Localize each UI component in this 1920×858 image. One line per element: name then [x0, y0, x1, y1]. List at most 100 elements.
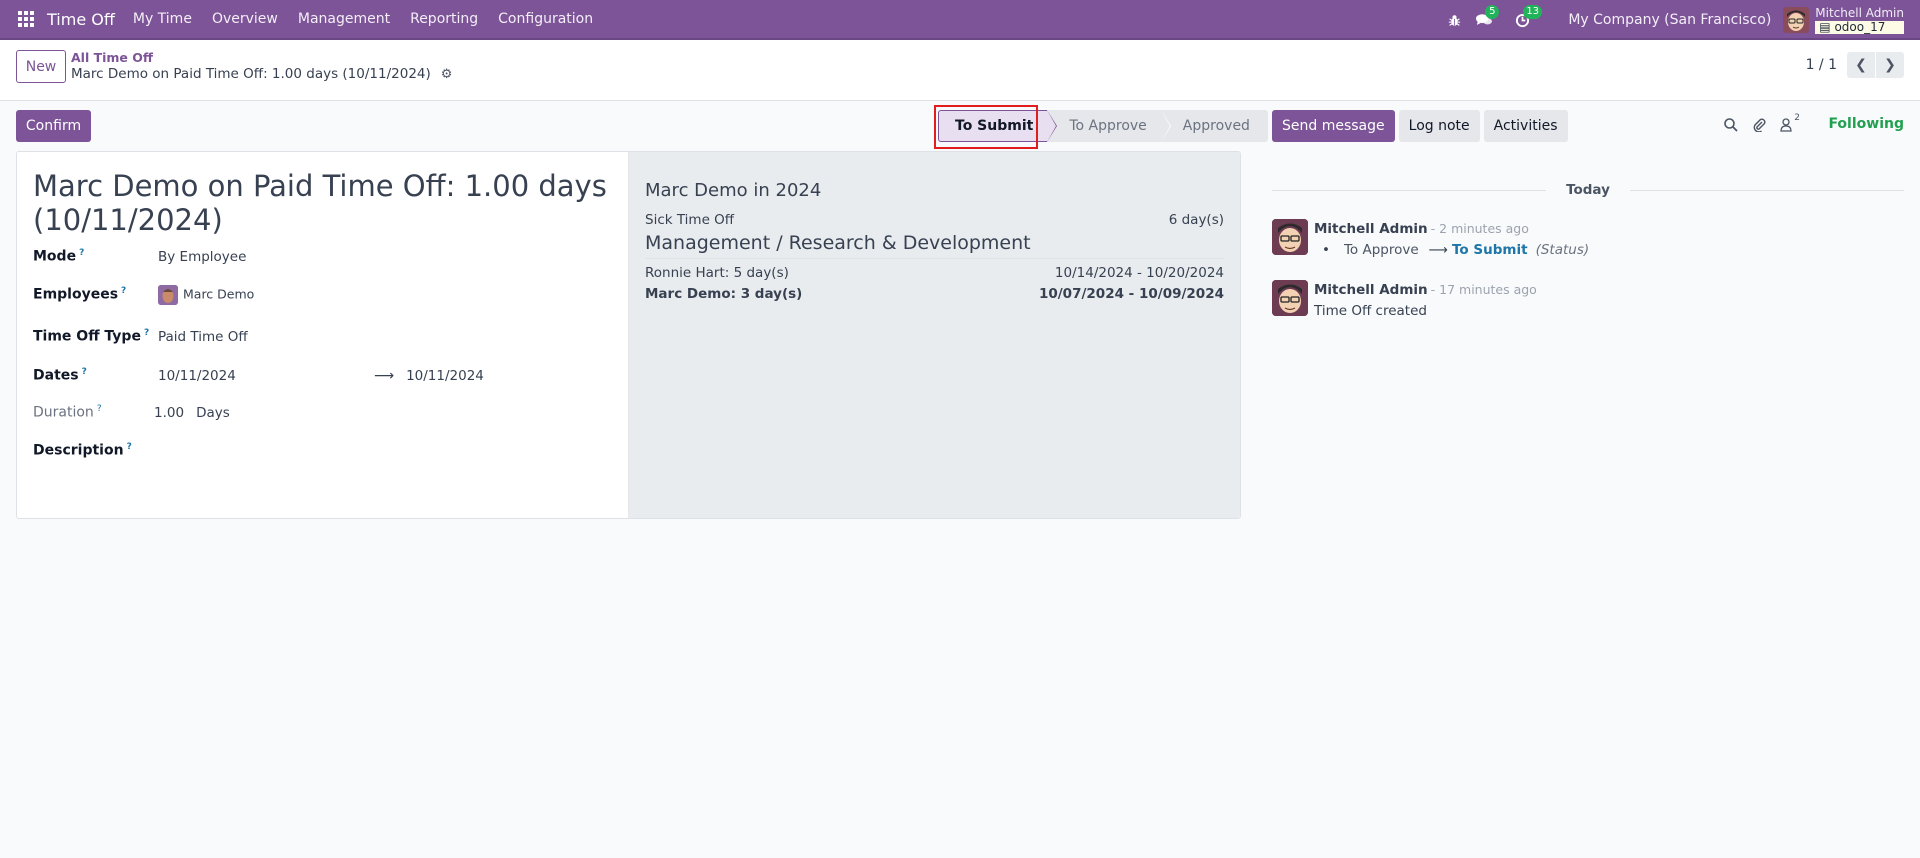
gear-icon[interactable]: ⚙: [441, 67, 453, 82]
department-row-dates: 10/14/2024 - 10/20/2024: [1054, 265, 1224, 281]
department-row-label: Marc Demo: 3 day(s): [645, 286, 803, 302]
field-mode-value[interactable]: By Employee: [158, 249, 246, 265]
chatter-icons: 2: [1724, 113, 1806, 136]
date-to-input[interactable]: 10/11/2024: [406, 368, 484, 384]
pager: 1 / 1 ❮ ❯: [1806, 52, 1904, 78]
description-input[interactable]: [158, 437, 558, 455]
field-employees-label: Employees?: [33, 285, 127, 303]
activities-count-badge: 13: [1523, 4, 1543, 19]
stage-to-approve[interactable]: To Approve: [1047, 110, 1171, 142]
status-bar: To Submit To Approve Approved: [938, 110, 1268, 142]
bug-icon[interactable]: [1446, 14, 1462, 27]
employee-avatar: [158, 285, 178, 305]
tracking-new-value: To Submit: [1452, 242, 1528, 258]
user-icon: [1780, 117, 1792, 132]
field-mode: Mode? By Employee: [33, 248, 246, 265]
field-duration-label: Duration?: [33, 404, 102, 421]
duration-value[interactable]: 1.00: [154, 405, 184, 421]
stage-approved-label: Approved: [1182, 118, 1250, 134]
user-avatar[interactable]: [1783, 7, 1810, 33]
department-row: Marc Demo: 3 day(s) 10/07/2024 - 10/09/2…: [645, 286, 1224, 302]
clock-icon[interactable]: 13: [1514, 4, 1543, 28]
menu-configuration[interactable]: Configuration: [498, 11, 593, 27]
paperclip-icon[interactable]: [1752, 117, 1766, 136]
pager-next-button[interactable]: ❯: [1876, 52, 1904, 78]
apps-grid-icon[interactable]: [18, 11, 34, 27]
message-author: Mitchell Admin: [1314, 282, 1428, 298]
arrow-right-icon: ⟶: [374, 367, 395, 384]
author-avatar[interactable]: [1272, 219, 1308, 255]
message-time: - 17 minutes ago: [1430, 282, 1537, 297]
chat-icon[interactable]: 5: [1476, 5, 1500, 27]
confirm-button[interactable]: Confirm: [16, 110, 91, 142]
pager-previous-button[interactable]: ❮: [1847, 52, 1875, 78]
summary-row-label: Sick Time Off: [645, 212, 735, 228]
menu-overview[interactable]: Overview: [212, 11, 278, 27]
search-icon[interactable]: [1724, 117, 1738, 136]
user-name: Mitchell Admin: [1815, 5, 1904, 20]
main-navbar: Time Off My Time Overview Management Rep…: [0, 0, 1920, 40]
user-menu[interactable]: Mitchell Admin ▤ odoo_17: [1815, 5, 1904, 34]
tracking-value: • To Approve ⟶ To Submit (Status): [1322, 242, 1590, 258]
department-row-dates: 10/07/2024 - 10/09/2024: [1038, 286, 1224, 302]
new-button[interactable]: New: [16, 50, 66, 83]
summary-row-value: 6 day(s): [1168, 212, 1224, 228]
followers-count: 2: [1794, 112, 1800, 123]
menu-my-time[interactable]: My Time: [133, 11, 192, 27]
chatter-toolbar: Send message Log note Activities: [1272, 110, 1572, 142]
send-message-button[interactable]: Send message: [1272, 110, 1395, 142]
breadcrumb-all-time-off[interactable]: All Time Off: [71, 50, 153, 65]
form-main: Marc Demo on Paid Time Off: 1.00 days (1…: [17, 152, 629, 518]
field-employees: Employees? Marc Demo: [33, 285, 254, 305]
stage-to-submit[interactable]: To Submit: [938, 110, 1058, 142]
field-dates-label: Dates?: [33, 367, 87, 384]
record-title: Marc Demo on Paid Time Off: 1.00 days (1…: [33, 169, 607, 237]
time-off-summary-panel: Marc Demo in 2024 Sick Time Off 6 day(s)…: [629, 152, 1240, 518]
chatter-message: Mitchell Admin - 17 minutes ago Time Off …: [1272, 280, 1537, 321]
help-icon[interactable]: ?: [121, 286, 126, 296]
summary-title: Marc Demo in 2024: [645, 180, 822, 201]
help-icon[interactable]: ?: [82, 367, 87, 377]
followers-button[interactable]: 2: [1780, 113, 1800, 136]
following-button[interactable]: Following: [1828, 116, 1904, 132]
database-icon: ▤: [1819, 19, 1831, 34]
department-title: Management / Research & Development: [645, 232, 1031, 254]
field-time-off-type-value[interactable]: Paid Time Off: [158, 329, 248, 345]
pager-value[interactable]: 1 / 1: [1806, 57, 1837, 73]
activities-button[interactable]: Activities: [1483, 110, 1568, 142]
field-mode-label: Mode?: [33, 248, 85, 265]
author-avatar[interactable]: [1272, 280, 1308, 316]
department-divider: [645, 258, 1224, 259]
messages-count-badge: 5: [1485, 5, 1500, 19]
message-text: Time Off created: [1314, 303, 1427, 319]
app-brand[interactable]: Time Off: [47, 10, 115, 29]
stage-approved[interactable]: Approved: [1160, 110, 1268, 142]
duration-unit: Days: [196, 404, 230, 421]
help-icon[interactable]: ?: [144, 328, 149, 338]
department-row: Ronnie Hart: 5 day(s) 10/14/2024 - 10/20…: [645, 265, 1224, 281]
control-panel: New All Time Off Marc Demo on Paid Time …: [0, 40, 1920, 101]
log-note-button[interactable]: Log note: [1398, 110, 1480, 142]
help-icon[interactable]: ?: [127, 442, 132, 452]
date-from-input[interactable]: 10/11/2024: [158, 368, 374, 384]
database-name: odoo_17: [1834, 19, 1886, 34]
menu-reporting[interactable]: Reporting: [410, 11, 478, 27]
message-time: - 2 minutes ago: [1430, 221, 1529, 236]
field-employees-value[interactable]: Marc Demo: [158, 285, 254, 305]
breadcrumb-current-label: Marc Demo on Paid Time Off: 1.00 days (1…: [71, 66, 431, 82]
chatter-message: Mitchell Admin - 2 minutes ago • To Appro…: [1272, 219, 1589, 260]
field-description-label: Description?: [33, 442, 132, 459]
field-description: Description?: [33, 437, 558, 459]
form-sheet: Marc Demo on Paid Time Off: 1.00 days (1…: [16, 151, 1241, 519]
help-icon[interactable]: ?: [97, 404, 102, 414]
summary-row: Sick Time Off 6 day(s): [645, 212, 1224, 228]
field-dates: Dates? 10/11/2024 ⟶ 10/11/2024: [33, 367, 484, 384]
help-icon[interactable]: ?: [79, 248, 84, 258]
date-separator: Today: [1272, 182, 1905, 198]
field-time-off-type-label: Time Off Type?: [33, 328, 150, 345]
menu-management[interactable]: Management: [298, 11, 390, 27]
tracking-field-name: (Status): [1535, 242, 1590, 258]
company-switcher[interactable]: My Company (San Francisco): [1568, 12, 1771, 28]
message-author: Mitchell Admin: [1314, 221, 1428, 237]
stage-to-approve-label: To Approve: [1069, 118, 1147, 134]
